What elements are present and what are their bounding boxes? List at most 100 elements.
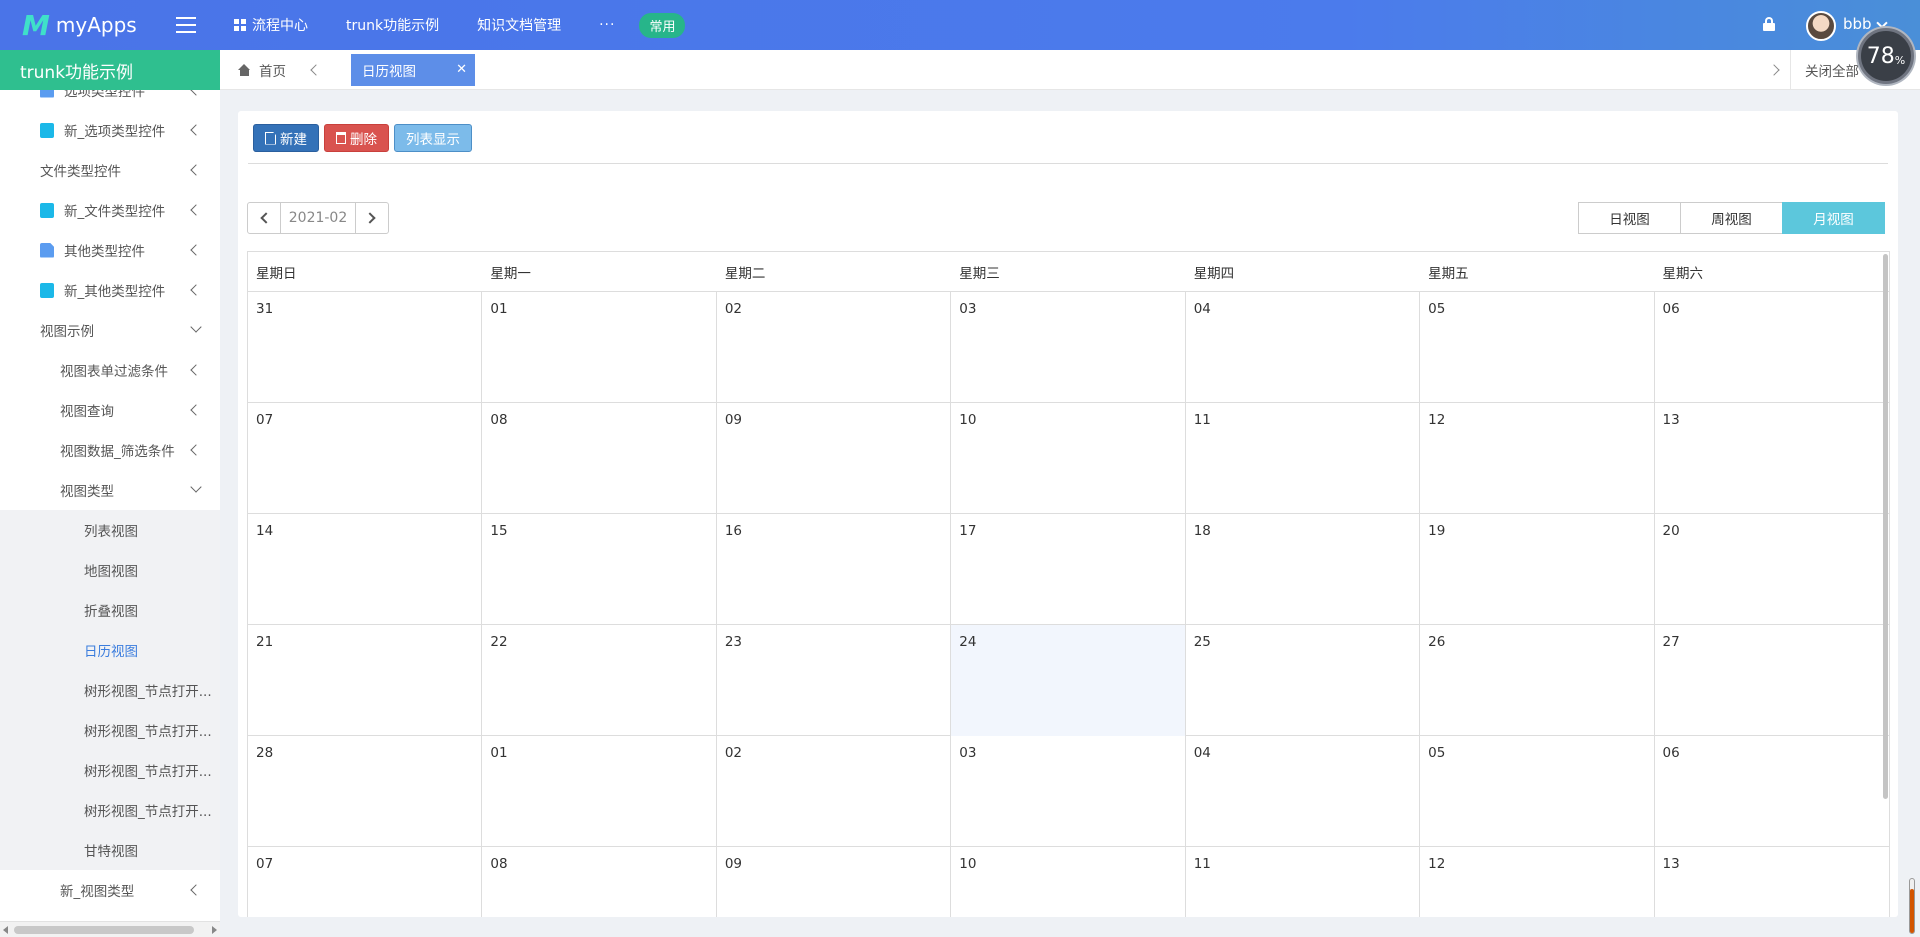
calendar-day-cell[interactable]: 06 bbox=[1655, 736, 1889, 847]
list-display-button[interactable]: 列表显示 bbox=[394, 124, 472, 152]
delete-button[interactable]: 删除 bbox=[324, 124, 389, 152]
calendar-day-cell[interactable]: 16 bbox=[717, 514, 952, 625]
calendar-day-cell[interactable]: 11 bbox=[1186, 403, 1421, 514]
calendar-day-cell[interactable]: 07 bbox=[248, 847, 483, 917]
scroll-left-icon[interactable] bbox=[3, 926, 8, 934]
calendar-day-cell[interactable]: 04 bbox=[1186, 292, 1421, 403]
weekday-label: 星期三 bbox=[959, 266, 1000, 282]
sidebar-item[interactable]: 地图视图 bbox=[0, 550, 220, 590]
calendar-day-cell[interactable]: 13 bbox=[1655, 403, 1889, 514]
calendar-day-cell[interactable]: 28 bbox=[248, 736, 483, 847]
sidebar-item[interactable]: 其他类型控件 bbox=[0, 230, 220, 270]
sidebar-item-label: 视图表单过滤条件 bbox=[60, 364, 168, 380]
calendar-day-cell[interactable]: 22 bbox=[482, 625, 717, 736]
day-number: 11 bbox=[1193, 412, 1211, 428]
calendar-day-cell[interactable]: 17 bbox=[951, 514, 1186, 625]
sidebar-item[interactable]: 新_其他类型控件 bbox=[0, 270, 220, 310]
calendar-week-row: 28 01 02 03 04 05 06 bbox=[248, 736, 1889, 847]
calendar-day-cell[interactable]: 09 bbox=[717, 847, 952, 917]
calendar-day-cell[interactable]: 06 bbox=[1655, 292, 1889, 403]
calendar-day-cell[interactable]: 07 bbox=[248, 403, 483, 514]
calendar-day-cell[interactable]: 24 bbox=[951, 625, 1186, 736]
prev-month-button[interactable] bbox=[248, 203, 280, 233]
lock-icon[interactable] bbox=[1763, 17, 1775, 31]
calendar-day-cell[interactable]: 10 bbox=[951, 847, 1186, 917]
sidebar-item[interactable]: 树形视图_节点打开... bbox=[0, 750, 220, 790]
sidebar-item[interactable]: 新_视图类型 bbox=[0, 870, 220, 910]
calendar-day-cell[interactable]: 20 bbox=[1655, 514, 1889, 625]
tab-calendar-view[interactable]: 日历视图 ✕ bbox=[351, 54, 475, 86]
day-view-button[interactable]: 日视图 bbox=[1578, 202, 1681, 234]
nav-item-process-center[interactable]: 流程中心 bbox=[234, 15, 308, 35]
scrollbar-thumb[interactable] bbox=[14, 926, 194, 934]
sidebar-item[interactable]: 树形视图_节点打开... bbox=[0, 670, 220, 710]
calendar-day-cell[interactable]: 10 bbox=[951, 403, 1186, 514]
scrollbar-thumb[interactable] bbox=[1883, 254, 1888, 799]
sidebar-item[interactable]: 视图数据_筛选条件 bbox=[0, 430, 220, 470]
calendar-day-cell[interactable]: 02 bbox=[717, 292, 952, 403]
calendar-day-cell[interactable]: 12 bbox=[1420, 847, 1655, 917]
sidebar-item[interactable]: 视图表单过滤条件 bbox=[0, 350, 220, 390]
calendar-day-cell[interactable]: 15 bbox=[482, 514, 717, 625]
calendar-day-cell[interactable]: 18 bbox=[1186, 514, 1421, 625]
calendar-day-cell[interactable]: 31 bbox=[248, 292, 483, 403]
calendar-day-cell[interactable]: 03 bbox=[951, 736, 1186, 847]
calendar-day-cell[interactable]: 03 bbox=[951, 292, 1186, 403]
sidebar-item[interactable]: 折叠视图 bbox=[0, 590, 220, 630]
scroll-right-icon[interactable] bbox=[212, 926, 217, 934]
calendar-day-cell[interactable]: 01 bbox=[482, 292, 717, 403]
performance-badge[interactable]: 78% bbox=[1858, 28, 1914, 84]
sidebar-item[interactable]: 新_文件类型控件 bbox=[0, 190, 220, 230]
tab-scroll-left-icon[interactable] bbox=[310, 64, 322, 76]
current-month[interactable]: 2021-02 bbox=[280, 203, 356, 233]
user-name[interactable]: bbb bbox=[1843, 15, 1872, 33]
sidebar-item[interactable]: 甘特视图 bbox=[0, 830, 220, 870]
calendar-day-cell[interactable]: 05 bbox=[1420, 292, 1655, 403]
sidebar-item[interactable]: 视图示例 bbox=[0, 310, 220, 350]
calendar-day-cell[interactable]: 12 bbox=[1420, 403, 1655, 514]
sidebar-item[interactable]: 视图查询 bbox=[0, 390, 220, 430]
new-button[interactable]: 新建 bbox=[253, 124, 319, 152]
calendar-day-cell[interactable]: 26 bbox=[1420, 625, 1655, 736]
sidebar-item[interactable]: 文件类型控件 bbox=[0, 150, 220, 190]
calendar-day-cell[interactable]: 19 bbox=[1420, 514, 1655, 625]
month-view-button[interactable]: 月视图 bbox=[1782, 202, 1885, 234]
calendar-day-cell[interactable]: 25 bbox=[1186, 625, 1421, 736]
calendar-day-cell[interactable]: 09 bbox=[717, 403, 952, 514]
calendar-day-cell[interactable]: 21 bbox=[248, 625, 483, 736]
sidebar-item[interactable]: 选项类型控件 bbox=[0, 90, 220, 110]
calendar-scrollbar[interactable] bbox=[1881, 252, 1889, 802]
calendar-day-cell[interactable]: 27 bbox=[1655, 625, 1889, 736]
app-logo[interactable]: M myApps bbox=[22, 9, 137, 42]
calendar-day-cell[interactable]: 05 bbox=[1420, 736, 1655, 847]
sidebar-item[interactable]: 树形视图_节点打开... bbox=[0, 710, 220, 750]
calendar-day-cell[interactable]: 13 bbox=[1655, 847, 1889, 917]
sidebar-item[interactable]: 新_选项类型控件 bbox=[0, 110, 220, 150]
sidebar-item[interactable]: 视图类型 bbox=[0, 470, 220, 510]
more-icon[interactable]: ··· bbox=[599, 17, 615, 33]
calendar-day-cell[interactable]: 23 bbox=[717, 625, 952, 736]
chevron-down-icon[interactable] bbox=[1876, 17, 1888, 29]
calendar-day-cell[interactable]: 01 bbox=[482, 736, 717, 847]
sidebar-item-calendar-view[interactable]: 日历视图 bbox=[0, 630, 220, 670]
week-view-button[interactable]: 周视图 bbox=[1680, 202, 1783, 234]
calendar-day-cell[interactable]: 11 bbox=[1186, 847, 1421, 917]
calendar-day-cell[interactable]: 14 bbox=[248, 514, 483, 625]
nav-item-trunk[interactable]: trunk功能示例 bbox=[346, 15, 439, 35]
sidebar-horizontal-scrollbar[interactable] bbox=[0, 921, 220, 937]
calendar-day-cell[interactable]: 04 bbox=[1186, 736, 1421, 847]
nav-item-knowledge[interactable]: 知识文档管理 bbox=[477, 15, 561, 35]
day-number: 27 bbox=[1662, 634, 1680, 650]
menu-toggle-icon[interactable] bbox=[176, 15, 196, 35]
calendar-day-cell[interactable]: 08 bbox=[482, 403, 717, 514]
sidebar-item[interactable]: 树形视图_节点打开... bbox=[0, 790, 220, 830]
calendar-day-cell[interactable]: 08 bbox=[482, 847, 717, 917]
common-pill[interactable]: 常用 bbox=[639, 12, 686, 38]
tab-scroll-right-icon[interactable] bbox=[1768, 64, 1780, 76]
next-month-button[interactable] bbox=[356, 203, 388, 233]
tab-home[interactable]: 首页 bbox=[238, 50, 286, 90]
close-icon[interactable]: ✕ bbox=[456, 62, 467, 77]
calendar-day-cell[interactable]: 02 bbox=[717, 736, 952, 847]
avatar[interactable] bbox=[1806, 11, 1836, 41]
sidebar-item[interactable]: 列表视图 bbox=[0, 510, 220, 550]
